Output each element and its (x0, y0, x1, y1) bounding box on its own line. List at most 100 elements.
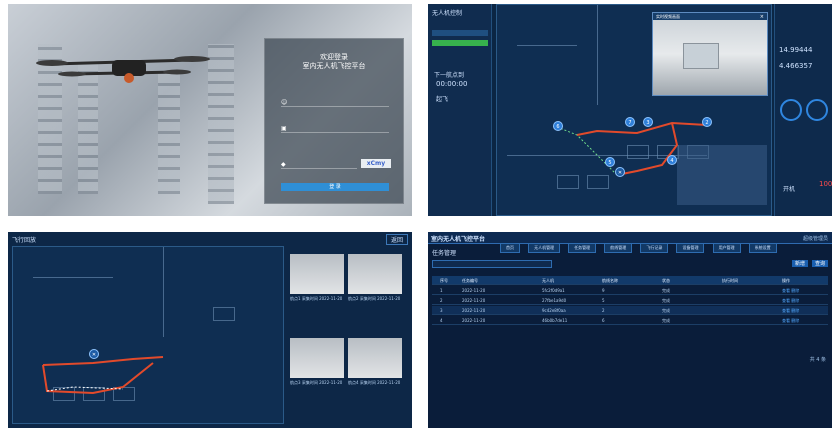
col-actions: 操作 (782, 278, 790, 283)
capture-caption: 航点2 采集时间 2022-11-20 (348, 296, 401, 301)
login-form: 欢迎登录 室内无人机飞控平台 ☺ ▣ ◆ xCmy 登 录 (264, 38, 404, 204)
login-button[interactable]: 登 录 (281, 183, 389, 191)
col-index: 序号 (440, 278, 448, 283)
telemetry-value-a: 14.99444 (779, 46, 813, 54)
timer-value: 00:00:00 (436, 80, 468, 88)
left-control-panel: 无人机控制 下一航点到 00:00:00 起飞 (428, 4, 492, 216)
lock-icon: ▣ (281, 125, 287, 132)
nav-devices[interactable]: 设备管理 (676, 243, 705, 253)
cell-count: 9 (602, 288, 605, 293)
nav-tasks[interactable]: 任务管理 (568, 243, 597, 253)
col-task-id: 任务编号 (462, 278, 478, 283)
cell-status: 完成 (662, 298, 670, 303)
takeoff-label: 起飞 (436, 96, 449, 103)
cell-id: 46b0b7de11 (542, 318, 568, 323)
table-row[interactable]: 3 2022-11-20 9c42e8f0aa 2 完成 查看 删除 (432, 306, 828, 315)
table-row[interactable]: 1 2022-11-20 5fc2f0d9a1 9 完成 查看 删除 (432, 286, 828, 295)
nav-routes[interactable]: 航线管理 (604, 243, 633, 253)
table-row[interactable]: 2 2022-11-20 27fbe1a9d0 5 完成 查看 删除 (432, 296, 828, 305)
drone-position-icon[interactable]: ✕ (615, 167, 625, 177)
left-panel-title: 无人机控制 (432, 10, 463, 17)
mission-select[interactable] (432, 30, 488, 36)
col-drone: 无人机 (542, 278, 554, 283)
table-row[interactable]: 4 2022-11-20 46b0b7de11 6 完成 查看 删除 (432, 316, 828, 325)
cell-index: 2 (440, 298, 443, 303)
capture-thumbnail[interactable] (290, 254, 344, 294)
admin-nav: 首页 无人机管理 任务管理 航线管理 飞行记录 设备管理 用户管理 系统设置 (500, 234, 780, 253)
cell-id: 9c42e8f0aa (542, 308, 566, 313)
cell-date: 2022-11-20 (462, 308, 486, 313)
close-icon[interactable]: × (760, 14, 764, 20)
nav-flights[interactable]: 飞行记录 (640, 243, 669, 253)
control-screen: 无人机控制 下一航点到 00:00:00 起飞 6 7 3 2 4 5 ✕ 实时… (428, 4, 832, 216)
drone-icon (36, 56, 210, 83)
row-actions[interactable]: 查看 删除 (782, 306, 799, 315)
replay-screen: 飞行回放 返回 ✕ 航点1 采集时间 2022-11-20 航点2 采集时间 2… (8, 232, 412, 428)
altitude-gauge (806, 99, 828, 121)
nav-settings[interactable]: 系统设置 (748, 243, 777, 253)
cell-count: 6 (602, 318, 605, 323)
nav-drones[interactable]: 无人机管理 (528, 243, 561, 253)
user-icon: ☺ (281, 99, 288, 106)
captcha-image[interactable]: xCmy (361, 159, 391, 168)
login-welcome: 欢迎登录 (320, 53, 348, 61)
battery-value: 100 (819, 180, 832, 188)
drone-position-icon[interactable]: ✕ (89, 349, 99, 359)
row-actions[interactable]: 查看 删除 (782, 286, 799, 295)
captcha-field[interactable]: ◆ (281, 159, 357, 169)
waypoint-marker[interactable]: 5 (605, 157, 615, 167)
capture-thumbnail[interactable] (290, 338, 344, 378)
waypoint-marker[interactable]: 4 (667, 155, 677, 165)
office-view (683, 43, 719, 69)
waypoint-marker[interactable]: 2 (702, 117, 712, 127)
col-status: 状态 (662, 278, 670, 283)
admin-brand: 室内无人机飞控平台 (431, 236, 486, 243)
cell-index: 4 (440, 318, 443, 323)
cell-date: 2022-11-20 (462, 318, 486, 323)
capture-caption: 航点1 采集时间 2022-11-20 (290, 296, 343, 301)
video-feed-window[interactable]: 实时视频画面 × (652, 12, 768, 96)
cell-id: 5fc2f0d9a1 (542, 288, 565, 293)
nav-users[interactable]: 用户管理 (712, 243, 741, 253)
nav-home[interactable]: 首页 (500, 243, 520, 253)
search-input[interactable] (432, 260, 552, 268)
cell-status: 完成 (662, 288, 670, 293)
cell-date: 2022-11-20 (462, 288, 486, 293)
login-platform-title: 室内无人机飞控平台 (302, 62, 366, 70)
telemetry-panel: 14.99444 4.466357 开机 100 (774, 4, 832, 216)
login-screen: 欢迎登录 室内无人机飞控平台 ☺ ▣ ◆ xCmy 登 录 (8, 4, 412, 216)
replay-map[interactable]: ✕ (12, 246, 284, 424)
cell-status: 完成 (662, 308, 670, 313)
speed-gauge (780, 99, 802, 121)
password-field[interactable]: ▣ (281, 123, 389, 133)
row-actions[interactable]: 查看 删除 (782, 296, 799, 305)
cell-count: 5 (602, 298, 605, 303)
admin-screen: 室内无人机飞控平台 首页 无人机管理 任务管理 航线管理 飞行记录 设备管理 用… (428, 232, 832, 428)
start-mission-button[interactable] (432, 40, 488, 46)
col-time: 执行时间 (722, 278, 738, 283)
replay-flight-path (42, 356, 164, 395)
shield-icon: ◆ (281, 161, 286, 168)
table-header: 序号 任务编号 无人机 航线名称 状态 执行时间 操作 (432, 276, 828, 285)
add-button[interactable]: 新增 (791, 260, 808, 267)
cell-index: 3 (440, 308, 443, 313)
current-user[interactable]: 超级管理员 (803, 235, 828, 242)
waypoint-marker[interactable]: 6 (553, 121, 563, 131)
replay-title: 飞行回放 (12, 237, 37, 244)
capture-thumbnail[interactable] (348, 254, 402, 294)
section-title: 任务管理 (432, 250, 457, 257)
admin-header: 室内无人机飞控平台 首页 无人机管理 任务管理 航线管理 飞行记录 设备管理 用… (428, 232, 832, 253)
cell-status: 完成 (662, 318, 670, 323)
cell-index: 1 (440, 288, 443, 293)
capture-thumbnail[interactable] (348, 338, 402, 378)
back-button[interactable]: 返回 (385, 234, 408, 245)
search-button[interactable]: 查询 (811, 260, 828, 267)
cell-date: 2022-11-20 (462, 298, 486, 303)
waypoint-marker[interactable]: 7 (625, 117, 635, 127)
username-field[interactable]: ☺ (281, 97, 389, 107)
waypoint-marker[interactable]: 3 (643, 117, 653, 127)
row-actions[interactable]: 查看 删除 (782, 316, 799, 325)
cell-id: 27fbe1a9d0 (542, 298, 567, 303)
pagination[interactable]: 共 4 条 (810, 356, 826, 363)
telemetry-value-b: 4.466357 (779, 62, 813, 70)
